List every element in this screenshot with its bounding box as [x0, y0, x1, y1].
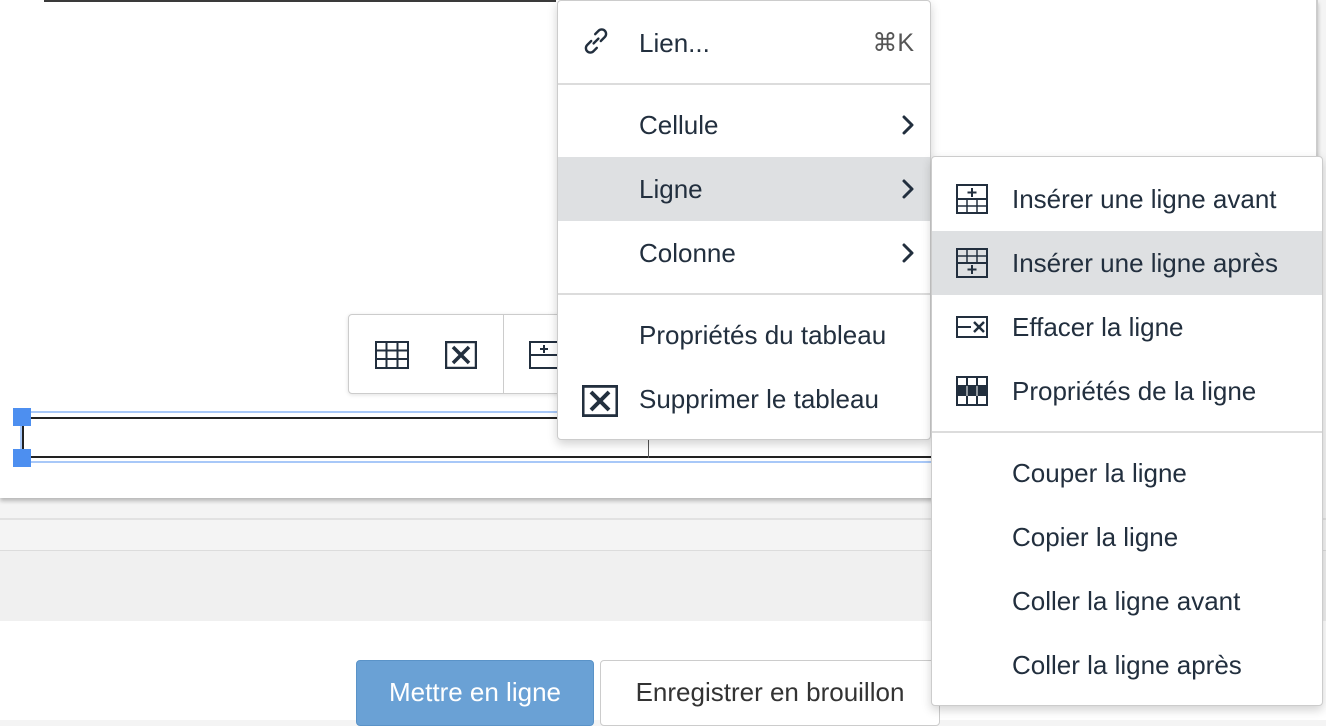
row-insert-before-icon: [956, 184, 988, 214]
menu-item-row-properties[interactable]: Propriétés de la ligne: [932, 359, 1322, 423]
menu-item-label: Coller la ligne avant: [1012, 586, 1241, 616]
menu-item-copy-row[interactable]: Copier la ligne: [932, 505, 1322, 569]
row-submenu: Insérer une ligne avant Insérer une lign…: [931, 156, 1323, 706]
shortcut-label: ⌘K: [872, 29, 914, 57]
menu-item-delete-row[interactable]: Effacer la ligne: [932, 295, 1322, 359]
row-insert-after-icon: [956, 248, 988, 278]
menu-item-label: Insérer une ligne avant: [1012, 184, 1277, 214]
menu-item-label: Lien...: [639, 28, 710, 58]
menu-item-delete-table[interactable]: Supprimer le tableau: [558, 367, 930, 431]
menu-item-paste-row-after[interactable]: Coller la ligne après: [932, 633, 1322, 697]
row-properties-icon: [956, 376, 988, 406]
table-toolbar: [348, 314, 568, 394]
image-bottom-edge: [44, 0, 556, 2]
menu-item-label: Cellule: [639, 110, 719, 140]
save-draft-button[interactable]: Enregistrer en brouillon: [600, 660, 940, 726]
menu-item-link[interactable]: Lien... ⌘K: [558, 11, 930, 75]
menu-item-label: Propriétés de la ligne: [1012, 376, 1257, 406]
row-delete-icon: [956, 316, 988, 338]
menu-separator: [932, 431, 1322, 433]
menu-separator: [558, 83, 930, 85]
menu-item-insert-row-after[interactable]: Insérer une ligne après: [932, 231, 1322, 295]
table-delete-icon: [582, 385, 618, 417]
chevron-right-icon: [902, 115, 914, 135]
menu-item-label: Colonne: [639, 238, 736, 268]
table-properties-icon[interactable]: [375, 341, 409, 369]
resize-handle-bottom-left[interactable]: [13, 449, 31, 467]
menu-item-insert-row-before[interactable]: Insérer une ligne avant: [932, 167, 1322, 231]
context-menu: Lien... ⌘K Cellule Ligne Colonne Proprié…: [557, 0, 931, 440]
toolbar-separator: [503, 315, 504, 393]
chevron-right-icon: [902, 243, 914, 263]
menu-item-cell[interactable]: Cellule: [558, 93, 930, 157]
menu-item-label: Propriétés du tableau: [639, 320, 887, 350]
publish-button[interactable]: Mettre en ligne: [356, 660, 594, 726]
menu-item-label: Coller la ligne après: [1012, 650, 1242, 680]
menu-item-label: Copier la ligne: [1012, 522, 1179, 552]
menu-item-label: Insérer une ligne après: [1012, 248, 1278, 278]
menu-item-label: Effacer la ligne: [1012, 312, 1184, 342]
menu-separator: [558, 293, 930, 295]
menu-item-column[interactable]: Colonne: [558, 221, 930, 285]
menu-item-row[interactable]: Ligne: [558, 157, 930, 221]
menu-item-paste-row-before[interactable]: Coller la ligne avant: [932, 569, 1322, 633]
chevron-right-icon: [902, 179, 914, 199]
table-delete-icon[interactable]: [445, 341, 477, 369]
resize-handle-top-left[interactable]: [13, 408, 31, 426]
menu-item-label: Couper la ligne: [1012, 458, 1187, 488]
link-icon: [584, 28, 608, 54]
menu-item-cut-row[interactable]: Couper la ligne: [932, 441, 1322, 505]
row-insert-before-icon[interactable]: [529, 341, 559, 369]
menu-item-label: Ligne: [639, 174, 703, 204]
menu-item-table-properties[interactable]: Propriétés du tableau: [558, 303, 930, 367]
menu-item-label: Supprimer le tableau: [639, 384, 879, 414]
